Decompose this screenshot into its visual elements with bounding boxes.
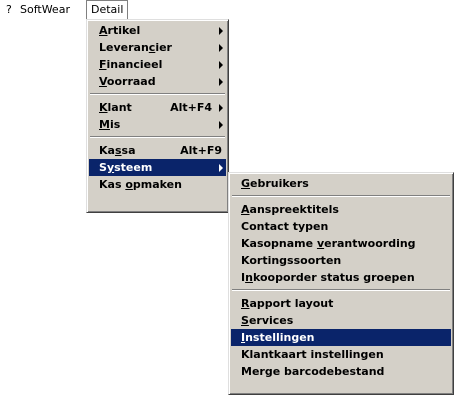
menu-item-instellingen[interactable]: Instellingen	[231, 329, 451, 346]
menu-softwear[interactable]: SoftWear	[16, 0, 74, 19]
menu-item-aanspreektitels[interactable]: Aanspreektitels	[231, 201, 451, 218]
shortcut-label: Alt+F9	[180, 144, 222, 157]
menu-item-voorraad[interactable]: Voorraad	[89, 73, 226, 90]
menu-item-contact-typen[interactable]: Contact typen	[231, 218, 451, 235]
menu-bar: ? SoftWear Detail	[0, 0, 454, 19]
submenu-arrow-icon	[219, 44, 223, 52]
submenu-arrow-icon	[219, 104, 223, 112]
menu-item-kasopname-verantwoording[interactable]: Kasopname verantwoording	[231, 235, 451, 252]
menu-item-rapport-layout[interactable]: Rapport layout	[231, 295, 451, 312]
menu-item-klant[interactable]: Klant Alt+F4	[89, 99, 226, 116]
menu-item-kas-opmaken[interactable]: Kas opmaken	[89, 176, 226, 193]
menu-item-gebruikers[interactable]: Gebruikers	[231, 175, 451, 192]
menu-item-kortingssoorten[interactable]: Kortingssoorten	[231, 252, 451, 269]
menu-item-services[interactable]: Services	[231, 312, 451, 329]
menu-separator	[232, 195, 450, 197]
menu-item-leverancier[interactable]: Leverancier	[89, 39, 226, 56]
submenu-arrow-icon	[219, 27, 223, 35]
menu-item-kassa[interactable]: Kassa Alt+F9	[89, 142, 226, 159]
submenu-arrow-icon	[219, 164, 223, 172]
menu-item-financieel[interactable]: Financieel	[89, 56, 226, 73]
detail-menu: Artikel Leverancier Financieel Voorraad …	[86, 19, 229, 213]
menu-item-mis[interactable]: Mis	[89, 116, 226, 133]
menu-separator	[90, 93, 225, 95]
shortcut-label: Alt+F4	[170, 101, 212, 114]
menu-detail[interactable]: Detail	[86, 0, 129, 19]
systeem-submenu: Gebruikers Aanspreektitels Contact typen…	[228, 172, 454, 395]
menu-separator	[90, 136, 225, 138]
menu-help[interactable]: ?	[2, 0, 16, 19]
menu-item-merge-barcodebestand[interactable]: Merge barcodebestand	[231, 363, 451, 380]
menu-item-artikel[interactable]: Artikel	[89, 22, 226, 39]
submenu-arrow-icon	[219, 61, 223, 69]
menu-separator	[232, 289, 450, 291]
menu-item-klantkaart-instellingen[interactable]: Klantkaart instellingen	[231, 346, 451, 363]
submenu-arrow-icon	[219, 121, 223, 129]
menu-item-inkooporder-status-groepen[interactable]: Inkooporder status groepen	[231, 269, 451, 286]
submenu-arrow-icon	[219, 78, 223, 86]
menu-item-systeem[interactable]: Systeem	[89, 159, 226, 176]
